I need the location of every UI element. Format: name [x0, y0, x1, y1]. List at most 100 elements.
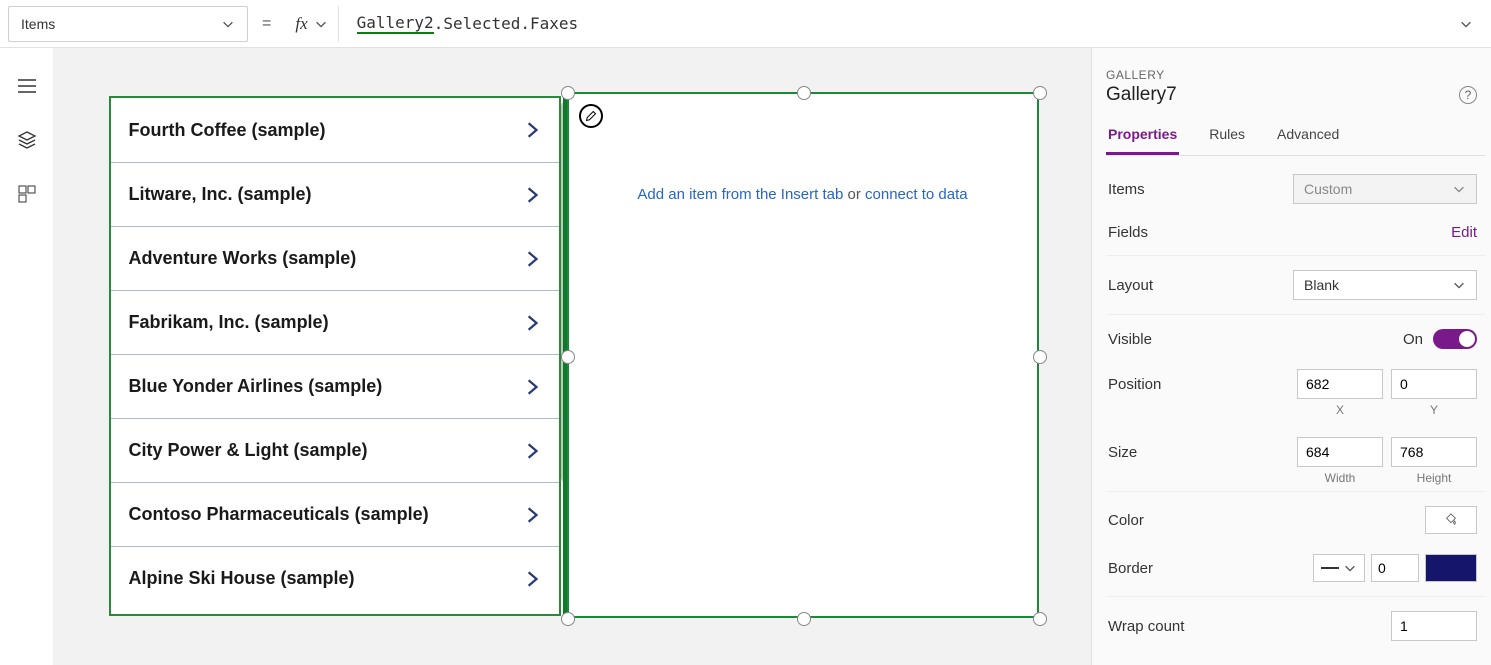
prop-label: Color [1108, 512, 1144, 529]
layout-dropdown-value: Blank [1304, 277, 1339, 293]
wrap-count-input[interactable] [1391, 611, 1477, 641]
panel-tabs: Properties Rules Advanced [1106, 120, 1485, 156]
resize-handle[interactable] [1033, 612, 1047, 626]
line-icon [1321, 567, 1339, 569]
list-item[interactable]: Contoso Pharmaceuticals (sample) [111, 482, 559, 546]
list-item-text: Blue Yonder Airlines (sample) [129, 376, 383, 397]
prop-label: Border [1108, 560, 1153, 577]
main-content: Fourth Coffee (sample) Litware, Inc. (sa… [0, 48, 1491, 665]
resize-handle[interactable] [1033, 86, 1047, 100]
toggle-thumb [1459, 331, 1475, 347]
tab-advanced[interactable]: Advanced [1275, 120, 1341, 155]
pencil-icon [585, 110, 597, 122]
components-icon[interactable] [17, 184, 37, 204]
chevron-right-icon [523, 121, 541, 139]
list-item[interactable]: Fabrikam, Inc. (sample) [111, 290, 559, 354]
layers-icon[interactable] [17, 130, 37, 150]
tab-rules[interactable]: Rules [1207, 120, 1247, 155]
chevron-right-icon [523, 314, 541, 332]
items-dropdown[interactable]: Custom [1293, 174, 1477, 204]
fields-edit-link[interactable]: Edit [1451, 224, 1477, 241]
chevron-right-icon [523, 570, 541, 588]
size-width-input[interactable] [1297, 437, 1383, 467]
formula-bar-row: Items = fx Gallery2.Selected.Faxes [0, 0, 1491, 48]
size-height-input[interactable] [1391, 437, 1477, 467]
position-x-input[interactable] [1297, 369, 1383, 399]
x-label: X [1297, 403, 1383, 417]
resize-handle[interactable] [797, 612, 811, 626]
prop-wrapcount: Wrap count [1106, 597, 1485, 647]
chevron-right-icon [523, 250, 541, 268]
prop-label: Items [1108, 181, 1145, 198]
empty-placeholder: Add an item from the Insert tab or conne… [569, 94, 1037, 203]
border-style-dropdown[interactable] [1313, 554, 1365, 582]
prop-label: Position [1108, 376, 1161, 393]
chevron-right-icon [523, 442, 541, 460]
prop-layout: Layout Blank [1106, 256, 1485, 315]
visible-on-label: On [1403, 331, 1423, 348]
position-y-input[interactable] [1391, 369, 1477, 399]
edit-pencil-button[interactable] [579, 104, 603, 128]
prop-label: Layout [1108, 277, 1153, 294]
control-type-label: GALLERY [1106, 68, 1485, 82]
resize-handle[interactable] [561, 86, 575, 100]
list-item-text: Fabrikam, Inc. (sample) [129, 312, 329, 333]
list-item[interactable]: Alpine Ski House (sample) [111, 546, 559, 610]
help-icon[interactable]: ? [1459, 86, 1477, 104]
chevron-down-icon[interactable] [1459, 17, 1473, 31]
prop-label: Size [1108, 444, 1137, 461]
insert-link[interactable]: Add an item from the Insert tab [637, 186, 843, 203]
chevron-down-icon [1452, 182, 1466, 196]
placeholder-or: or [843, 186, 865, 203]
list-item[interactable]: Litware, Inc. (sample) [111, 162, 559, 226]
layout-dropdown[interactable]: Blank [1293, 270, 1477, 300]
border-color-swatch[interactable] [1425, 554, 1477, 582]
chevron-right-icon [523, 186, 541, 204]
gallery-accounts[interactable]: Fourth Coffee (sample) Litware, Inc. (sa… [109, 96, 561, 616]
visible-toggle[interactable] [1433, 329, 1477, 349]
chevron-right-icon [523, 506, 541, 524]
formula-input[interactable]: Gallery2.Selected.Faxes [347, 6, 1483, 42]
property-selector[interactable]: Items [8, 6, 248, 42]
y-label: Y [1391, 403, 1477, 417]
size-sublabels: Width Height [1106, 471, 1485, 485]
prop-position: Position [1106, 355, 1485, 405]
gallery-selected[interactable]: Add an item from the Insert tab or conne… [567, 92, 1039, 618]
resize-handle[interactable] [561, 612, 575, 626]
prop-items: Items Custom [1106, 160, 1485, 210]
list-item-text: Alpine Ski House (sample) [129, 568, 355, 589]
position-sublabels: X Y [1106, 403, 1485, 417]
prop-size: Size [1106, 423, 1485, 473]
resize-handle[interactable] [797, 86, 811, 100]
list-item[interactable]: City Power & Light (sample) [111, 418, 559, 482]
prop-label: Visible [1108, 331, 1152, 348]
canvas-area[interactable]: Fourth Coffee (sample) Litware, Inc. (sa… [54, 48, 1091, 665]
formula-reference: Gallery2 [357, 13, 434, 34]
list-item[interactable]: Fourth Coffee (sample) [111, 98, 559, 162]
fx-button[interactable]: fx [285, 6, 338, 42]
resize-handle[interactable] [1033, 350, 1047, 364]
border-width-input[interactable] [1371, 554, 1419, 582]
resize-handle[interactable] [561, 350, 575, 364]
list-item-text: Fourth Coffee (sample) [129, 120, 326, 141]
list-item[interactable]: Adventure Works (sample) [111, 226, 559, 290]
fx-icon: fx [295, 14, 307, 34]
hamburger-icon[interactable] [17, 76, 37, 96]
prop-label: Fields [1108, 224, 1148, 241]
chevron-down-icon [314, 17, 328, 31]
list-item-text: Contoso Pharmaceuticals (sample) [129, 504, 429, 525]
fill-icon [1444, 513, 1458, 527]
list-item[interactable]: Blue Yonder Airlines (sample) [111, 354, 559, 418]
color-swatch[interactable] [1425, 506, 1477, 534]
chevron-down-icon [1452, 278, 1466, 292]
properties-panel: GALLERY Gallery7 ? Properties Rules Adva… [1091, 48, 1491, 665]
height-label: Height [1391, 471, 1477, 485]
formula-rest: .Selected.Faxes [434, 14, 579, 33]
tab-properties[interactable]: Properties [1106, 120, 1179, 155]
prop-fields: Fields Edit [1106, 210, 1485, 256]
chevron-down-icon [221, 17, 235, 31]
connect-data-link[interactable]: connect to data [865, 186, 968, 203]
list-item-text: Litware, Inc. (sample) [129, 184, 312, 205]
chevron-down-icon [1343, 561, 1357, 575]
items-dropdown-value: Custom [1304, 181, 1352, 197]
